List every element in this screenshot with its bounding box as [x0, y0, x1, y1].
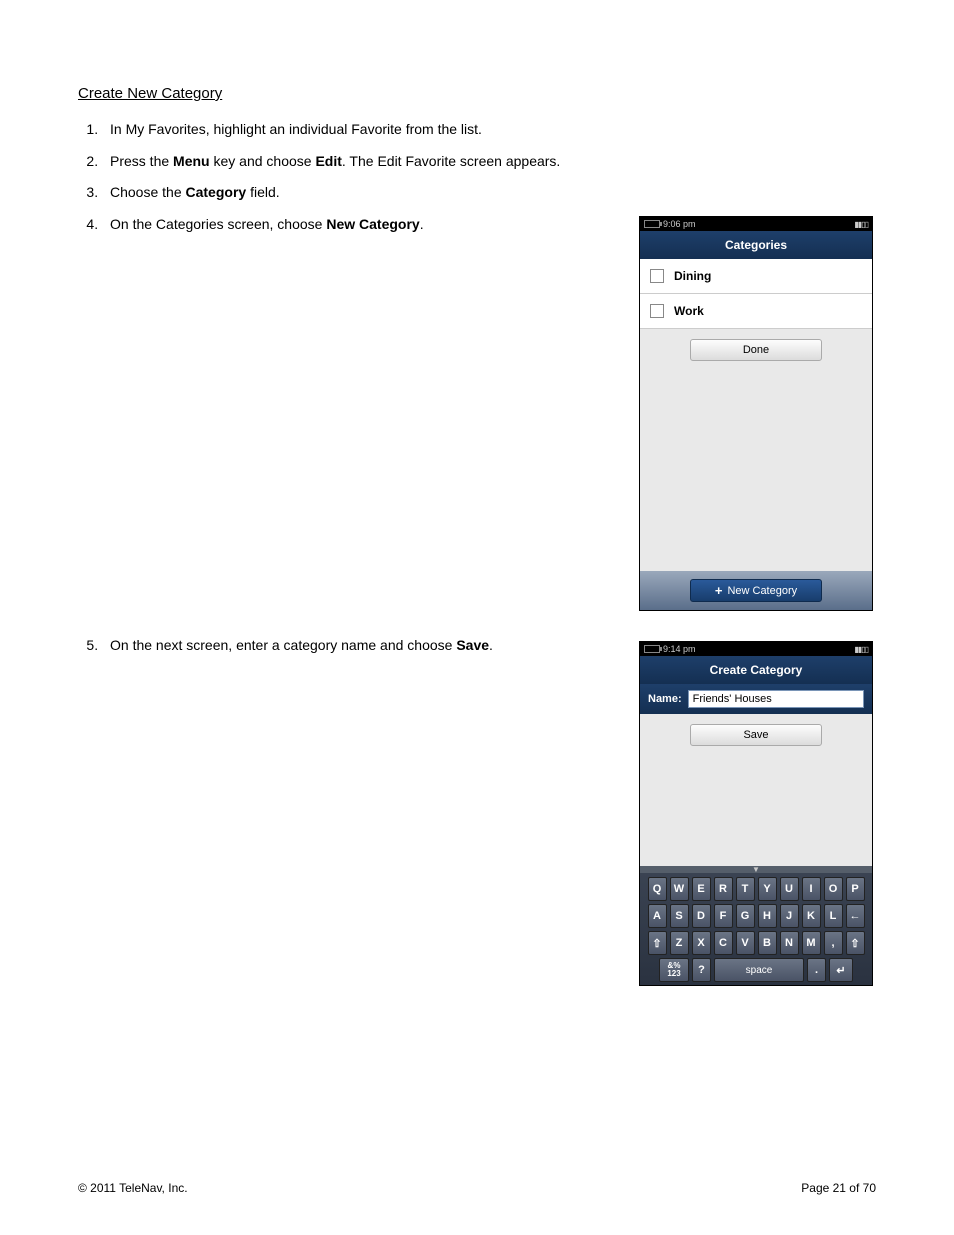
save-button[interactable]: Save: [690, 724, 822, 746]
key-h[interactable]: H: [758, 904, 777, 928]
section-title: Create New Category: [78, 85, 876, 102]
key-k[interactable]: K: [802, 904, 821, 928]
key-m[interactable]: M: [802, 931, 821, 955]
key-e[interactable]: E: [692, 877, 711, 901]
name-input[interactable]: [688, 690, 864, 708]
step-text: . The Edit Favorite screen appears.: [342, 153, 560, 169]
step-text: .: [489, 637, 493, 653]
key-u[interactable]: U: [780, 877, 799, 901]
key-comma[interactable]: ,: [824, 931, 843, 955]
step-3: Choose the Category field.: [102, 183, 876, 203]
bottom-bar: + New Category: [640, 571, 872, 610]
keyboard: Q W E R T Y U I O P A S D F G H: [640, 873, 872, 985]
step-text: field.: [246, 184, 279, 200]
step-text: On the Categories screen, choose: [110, 216, 326, 232]
key-y[interactable]: Y: [758, 877, 777, 901]
step-bold: Category: [186, 184, 247, 200]
status-time: 9:14 pm: [663, 644, 696, 654]
name-label: Name:: [648, 693, 682, 705]
key-p[interactable]: P: [846, 877, 865, 901]
status-time: 9:06 pm: [663, 219, 696, 229]
key-shift-left[interactable]: ⇧: [648, 931, 667, 955]
step-bold: Save: [456, 637, 489, 653]
categories-screenshot: 9:06 pm ▮▮▯▯ Categories Dining Work Done: [639, 216, 873, 611]
screen-title: Create Category: [640, 656, 872, 684]
new-category-label: New Category: [727, 585, 797, 597]
step-text: key and choose: [210, 153, 316, 169]
category-row-work[interactable]: Work: [640, 294, 872, 329]
status-bar: 9:06 pm ▮▮▯▯: [640, 217, 872, 231]
status-bar: 9:14 pm ▮▮▯▯: [640, 642, 872, 656]
key-space[interactable]: space: [714, 958, 804, 982]
key-v[interactable]: V: [736, 931, 755, 955]
plus-icon: +: [715, 584, 723, 597]
key-period[interactable]: .: [807, 958, 826, 982]
key-q[interactable]: Q: [648, 877, 667, 901]
category-label: Dining: [674, 269, 711, 283]
key-shift-right[interactable]: ⇧: [846, 931, 865, 955]
key-w[interactable]: W: [670, 877, 689, 901]
key-o[interactable]: O: [824, 877, 843, 901]
create-content: Save: [640, 714, 872, 866]
key-a[interactable]: A: [648, 904, 667, 928]
screen-title: Categories: [640, 231, 872, 259]
key-t[interactable]: T: [736, 877, 755, 901]
step-1: In My Favorites, highlight an individual…: [102, 120, 876, 140]
key-g[interactable]: G: [736, 904, 755, 928]
key-backspace[interactable]: ←: [846, 904, 865, 928]
checkbox-icon[interactable]: [650, 304, 664, 318]
step-bold: Menu: [173, 153, 210, 169]
save-button-area: Save: [640, 714, 872, 756]
step-text: In My Favorites, highlight an individual…: [110, 121, 482, 137]
signal-icon: ▮▮▯▯: [854, 645, 868, 654]
key-b[interactable]: B: [758, 931, 777, 955]
signal-icon: ▮▮▯▯: [854, 220, 868, 229]
page-footer: © 2011 TeleNav, Inc. Page 21 of 70: [78, 1181, 876, 1195]
category-row-dining[interactable]: Dining: [640, 259, 872, 294]
key-symbols[interactable]: &%123: [659, 958, 689, 982]
step-text: On the next screen, enter a category nam…: [110, 637, 456, 653]
step-text: Press the: [110, 153, 173, 169]
key-x[interactable]: X: [692, 931, 711, 955]
page-number: Page 21 of 70: [801, 1181, 876, 1195]
categories-content: Dining Work Done: [640, 259, 872, 571]
battery-icon: [644, 645, 660, 653]
step-text: Choose the: [110, 184, 186, 200]
key-j[interactable]: J: [780, 904, 799, 928]
key-question[interactable]: ?: [692, 958, 711, 982]
key-f[interactable]: F: [714, 904, 733, 928]
key-r[interactable]: R: [714, 877, 733, 901]
battery-icon: [644, 220, 660, 228]
key-l[interactable]: L: [824, 904, 843, 928]
key-d[interactable]: D: [692, 904, 711, 928]
copyright: © 2011 TeleNav, Inc.: [78, 1181, 188, 1195]
keyboard-handle[interactable]: ▼: [640, 866, 872, 873]
step-2: Press the Menu key and choose Edit. The …: [102, 152, 876, 172]
step-text: .: [420, 216, 424, 232]
key-enter[interactable]: ↵: [829, 958, 853, 982]
key-i[interactable]: I: [802, 877, 821, 901]
done-button[interactable]: Done: [690, 339, 822, 361]
key-c[interactable]: C: [714, 931, 733, 955]
done-button-area: Done: [640, 329, 872, 371]
key-z[interactable]: Z: [670, 931, 689, 955]
category-label: Work: [674, 304, 704, 318]
key-s[interactable]: S: [670, 904, 689, 928]
key-n[interactable]: N: [780, 931, 799, 955]
step-bold: New Category: [326, 216, 419, 232]
name-field-bar: Name:: [640, 684, 872, 714]
new-category-button[interactable]: + New Category: [690, 579, 822, 602]
create-category-screenshot: 9:14 pm ▮▮▯▯ Create Category Name: Save …: [639, 641, 873, 986]
step-bold: Edit: [315, 153, 341, 169]
checkbox-icon[interactable]: [650, 269, 664, 283]
